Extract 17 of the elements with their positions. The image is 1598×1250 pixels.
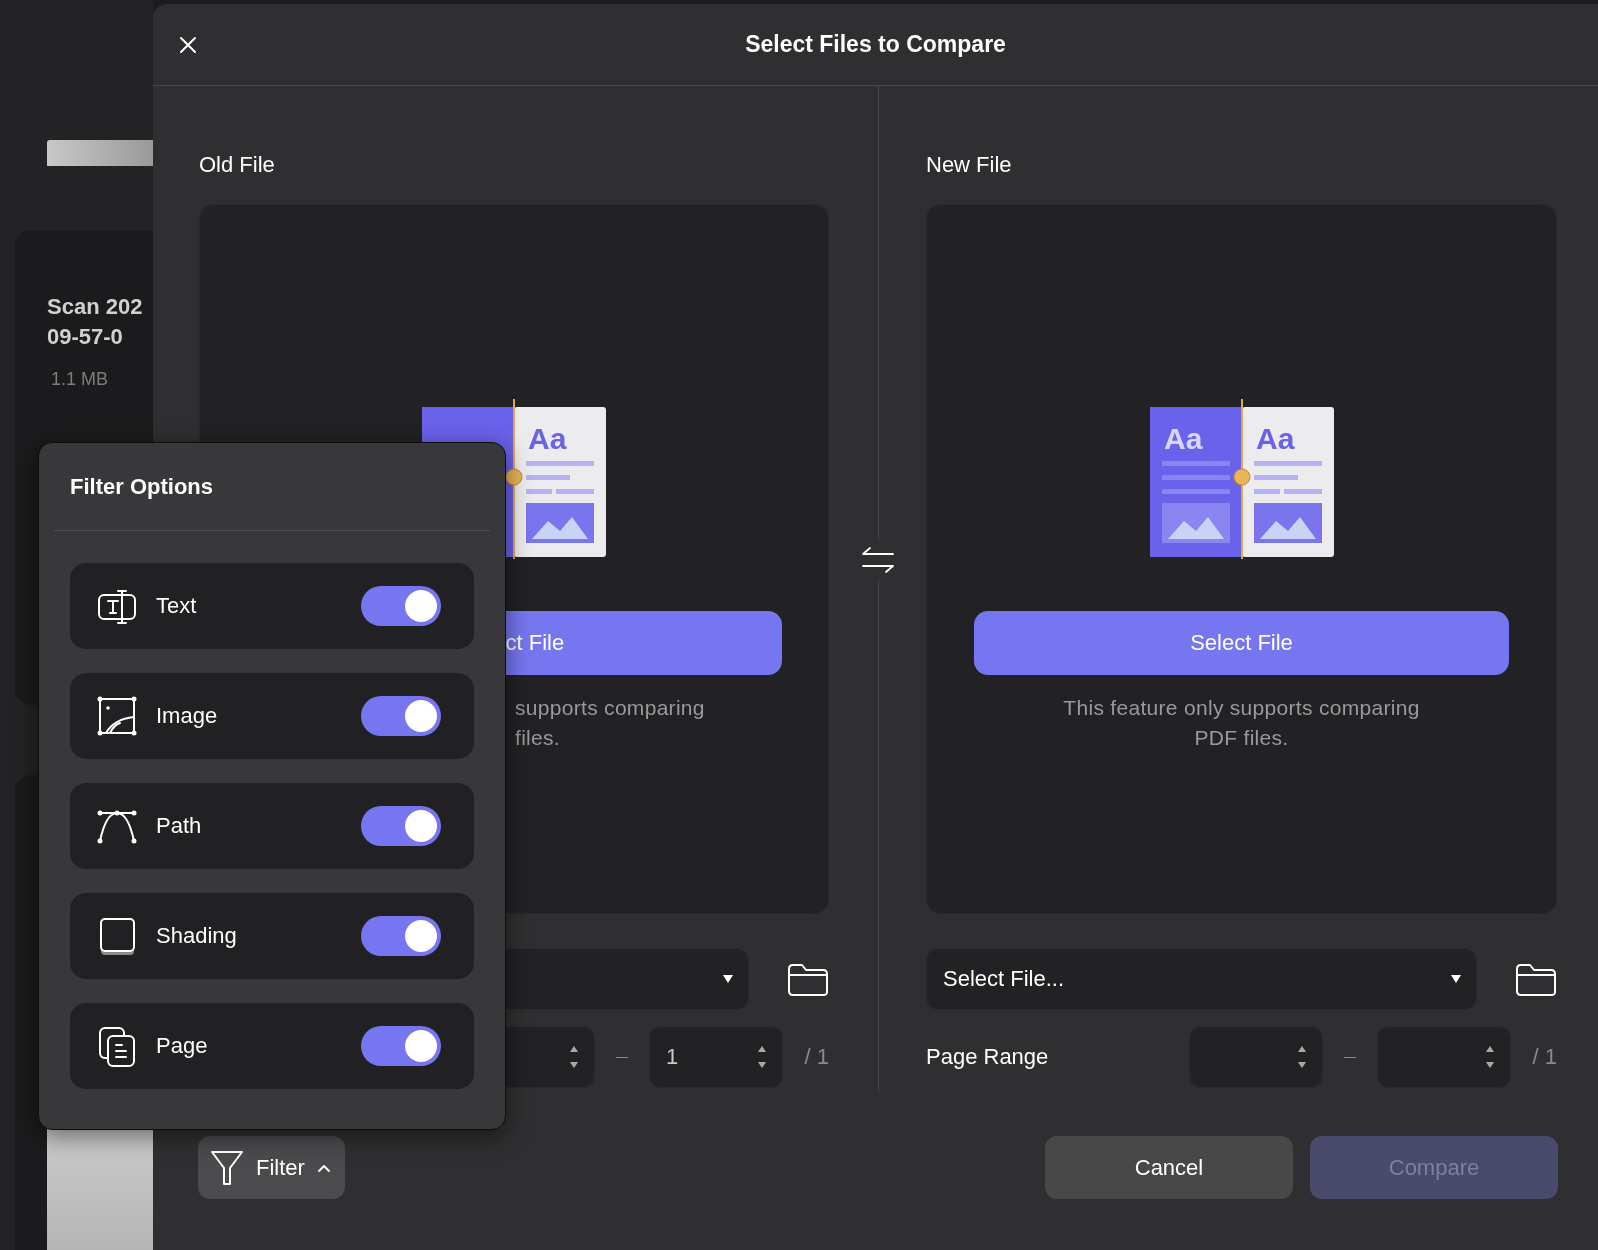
compare-illustration-drawing: Aa Aa [1147, 399, 1336, 559]
option-label: Image [156, 703, 219, 729]
option-label: Text [156, 593, 198, 619]
info-text: This feature only supports comparing PDF files. [1063, 695, 1420, 751]
page-total: / 1 [803, 1044, 829, 1070]
option-label: Page [156, 1033, 209, 1059]
popover-title: Filter Options [54, 443, 490, 531]
option-label: Shading [156, 923, 238, 949]
file-name: Scan 202 09-57-0 [47, 293, 144, 351]
dialog-title: Select Files to Compare [744, 31, 1007, 58]
info-text: supports comparing files. [515, 695, 705, 751]
option-label: Path [156, 813, 203, 839]
file-size: 1.1 MB [51, 369, 110, 390]
panel-heading: Old File [199, 151, 276, 179]
panel-heading: New File [926, 151, 1013, 179]
page-total: / 1 [1531, 1044, 1557, 1070]
page-range-label: Page Range [926, 1044, 1050, 1070]
